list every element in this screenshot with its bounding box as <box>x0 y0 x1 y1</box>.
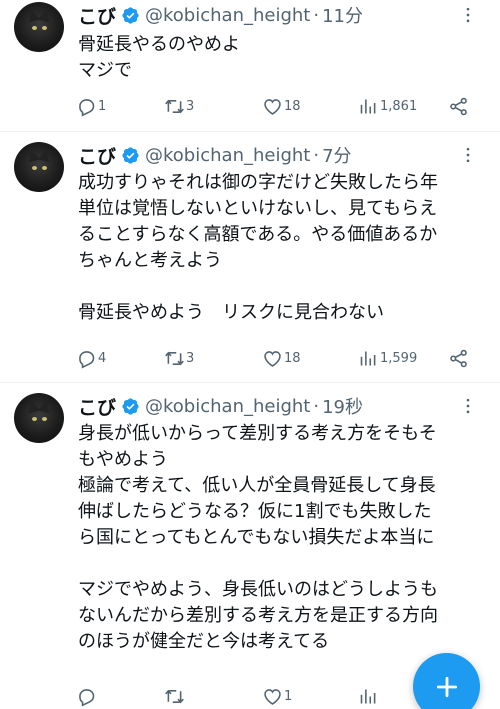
share-icon <box>450 97 467 115</box>
views-button[interactable]: 1,599 <box>358 346 417 370</box>
like-count: 1 <box>284 688 293 704</box>
retweet-count: 3 <box>186 98 195 114</box>
tweet[interactable]: こび @kobichan_height · 11分 骨延長やるのやめよ マジで … <box>0 0 500 131</box>
heart-icon <box>264 350 281 367</box>
views-bars-icon <box>360 99 376 113</box>
retweet-button[interactable]: 3 <box>164 346 194 370</box>
display-name[interactable]: こび <box>78 142 116 169</box>
heart-icon <box>264 98 281 115</box>
verified-badge-icon <box>122 6 139 24</box>
plus-icon <box>436 676 457 697</box>
view-count: 1,599 <box>380 350 418 366</box>
retweet-button[interactable]: 3 <box>164 94 194 118</box>
like-button[interactable]: 1 <box>262 684 292 708</box>
more-dots-icon[interactable] <box>458 5 478 25</box>
share-button[interactable] <box>448 94 469 118</box>
like-button[interactable]: 18 <box>262 346 301 370</box>
handle[interactable]: @kobichan_height <box>145 396 310 417</box>
retweet-icon <box>165 351 184 365</box>
separator-dot: · <box>313 4 320 26</box>
reply-button[interactable]: 4 <box>76 346 106 370</box>
like-button[interactable]: 18 <box>262 94 301 118</box>
tweet-header: こび @kobichan_height · 19秒 <box>78 393 363 419</box>
tweet-header: こび @kobichan_height · 7分 <box>78 142 352 168</box>
tweet[interactable]: こび @kobichan_height · 7分 成功すりゃそれは御の字だけど失… <box>0 132 500 382</box>
views-button[interactable]: 1,861 <box>358 94 417 118</box>
view-count: 1,861 <box>380 98 418 114</box>
timestamp[interactable]: 7分 <box>322 142 351 168</box>
views-button[interactable] <box>358 684 380 708</box>
separator-dot: · <box>313 144 320 166</box>
reply-icon <box>79 350 95 369</box>
retweet-button[interactable] <box>164 684 186 708</box>
reply-icon <box>79 98 95 117</box>
tweet-header: こび @kobichan_height · 11分 <box>78 2 363 28</box>
timestamp[interactable]: 19秒 <box>322 393 363 419</box>
verified-badge-icon <box>122 146 139 164</box>
avatar[interactable] <box>14 393 64 443</box>
timestamp[interactable]: 11分 <box>322 2 363 28</box>
share-button[interactable] <box>448 346 469 370</box>
heart-icon <box>264 688 281 705</box>
separator-dot: · <box>313 395 320 417</box>
reply-icon <box>79 688 95 707</box>
more-dots-icon[interactable] <box>458 145 478 165</box>
tweet-text: 成功すりゃそれは御の字だけど失敗したら年 単位は覚悟しないといけないし、見てもら… <box>78 172 438 323</box>
display-name[interactable]: こび <box>78 2 116 29</box>
retweet-icon <box>165 689 184 703</box>
avatar[interactable] <box>14 2 64 52</box>
retweet-icon <box>165 99 184 113</box>
handle[interactable]: @kobichan_height <box>145 145 310 166</box>
reply-button[interactable]: 1 <box>76 94 106 118</box>
views-bars-icon <box>360 351 376 365</box>
verified-badge-icon <box>122 397 139 415</box>
like-count: 18 <box>284 98 301 114</box>
more-dots-icon[interactable] <box>458 396 478 416</box>
display-name[interactable]: こび <box>78 393 116 420</box>
avatar[interactable] <box>14 142 64 192</box>
views-bars-icon <box>360 689 376 703</box>
share-icon <box>450 349 467 367</box>
reply-count: 4 <box>98 350 107 366</box>
tweet-text: 骨延長やるのやめよ マジで <box>78 34 240 81</box>
handle[interactable]: @kobichan_height <box>145 5 310 26</box>
like-count: 18 <box>284 350 301 366</box>
reply-count: 1 <box>98 98 107 114</box>
retweet-count: 3 <box>186 350 195 366</box>
reply-button[interactable] <box>76 684 98 708</box>
tweet-text: 身長が低いからって差別する考え方をそもそ もやめよう 極論で考えて、低い人が全員… <box>78 423 438 652</box>
